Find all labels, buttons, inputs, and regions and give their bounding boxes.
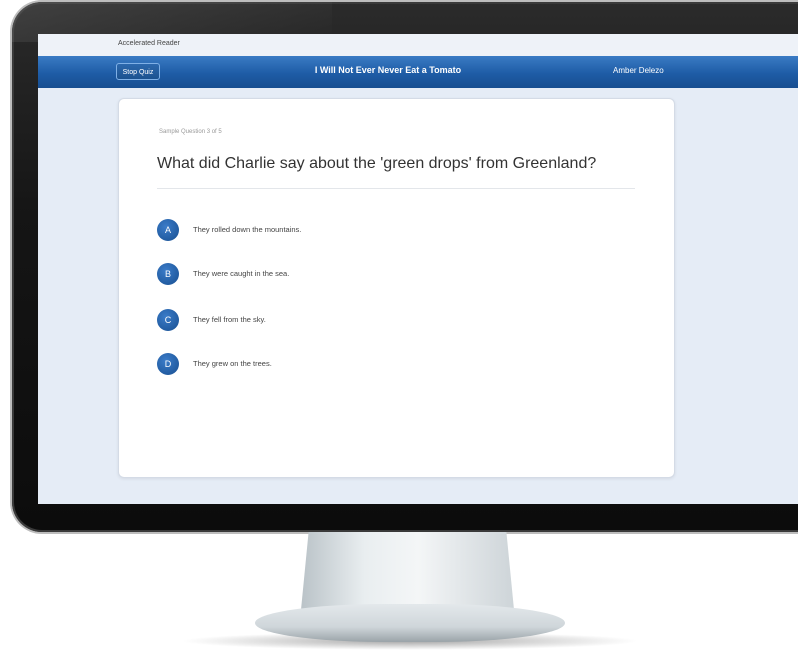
answer-text-d[interactable]: They grew on the trees.: [193, 359, 272, 368]
app-topbar: Accelerated Reader: [38, 34, 798, 56]
question-progress: Sample Question 3 of 5: [159, 129, 222, 135]
answer-text-b[interactable]: They were caught in the sea.: [193, 269, 289, 278]
app-screen: Accelerated Reader Stop Quiz I Will Not …: [38, 34, 798, 504]
answer-option-c[interactable]: C They fell from the sky.: [157, 309, 457, 331]
answer-option-d[interactable]: D They grew on the trees.: [157, 353, 457, 375]
monitor-base: [255, 604, 565, 642]
question-card: Sample Question 3 of 5 What did Charlie …: [118, 98, 675, 478]
monitor-scene: Accelerated Reader Stop Quiz I Will Not …: [0, 0, 798, 657]
answer-letter-a[interactable]: A: [157, 219, 179, 241]
answer-text-c[interactable]: They fell from the sky.: [193, 315, 266, 324]
answer-letter-d[interactable]: D: [157, 353, 179, 375]
answer-option-b[interactable]: B They were caught in the sea.: [157, 263, 457, 285]
book-title: I Will Not Ever Never Eat a Tomato: [314, 65, 462, 75]
user-name: Amber Delezo: [613, 66, 664, 75]
answer-letter-c[interactable]: C: [157, 309, 179, 331]
answer-option-a[interactable]: A They rolled down the mountains.: [157, 219, 457, 241]
stop-quiz-button[interactable]: Stop Quiz: [116, 63, 160, 80]
answer-text-a[interactable]: They rolled down the mountains.: [193, 225, 301, 234]
quiz-header: Stop Quiz I Will Not Ever Never Eat a To…: [38, 56, 798, 88]
question-text: What did Charlie say about the 'green dr…: [157, 155, 597, 172]
app-title: Accelerated Reader: [118, 40, 180, 47]
question-divider: [157, 188, 635, 189]
answer-letter-b[interactable]: B: [157, 263, 179, 285]
